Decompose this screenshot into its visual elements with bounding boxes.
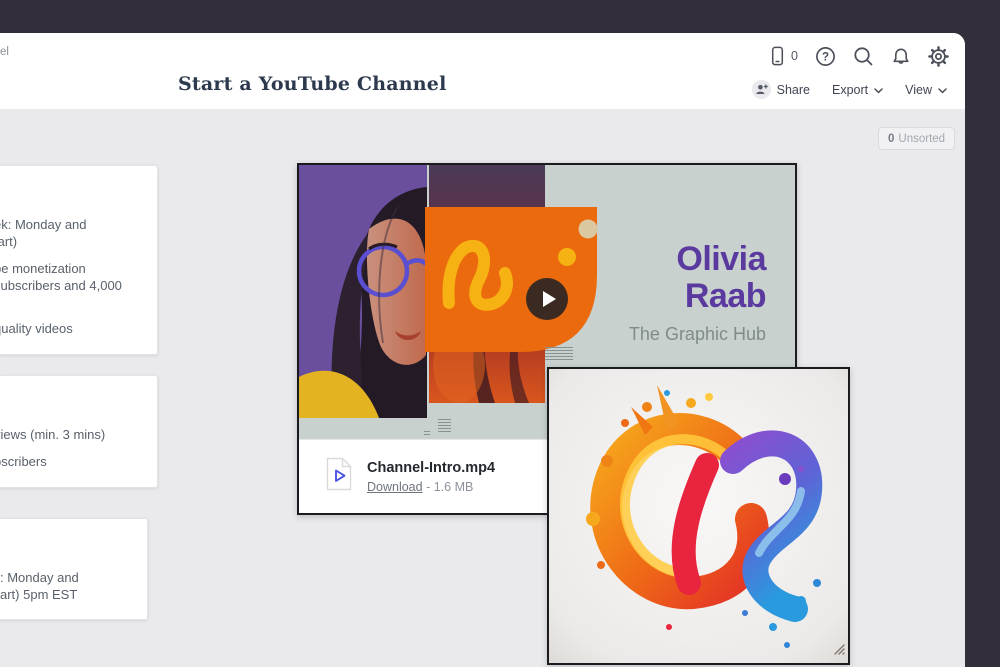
note-paragraph: views (min. 3 mins)	[0, 426, 157, 443]
note-paragraph: be monetization subscribers and 4,000	[0, 260, 157, 294]
app-window: el 0 ?	[0, 33, 965, 667]
note-paragraph: quality videos	[0, 320, 157, 337]
add-person-icon	[752, 80, 771, 99]
chevron-down-icon	[874, 83, 883, 97]
image-card[interactable]	[547, 367, 850, 665]
search-icon[interactable]	[853, 46, 874, 67]
note-line: tart)	[0, 233, 157, 250]
note-line: quality videos	[0, 320, 157, 337]
video-file-icon	[324, 456, 354, 497]
play-button[interactable]	[526, 278, 568, 320]
note-paragraph: : Monday and art) 5pm EST	[0, 569, 147, 603]
resize-handle-icon[interactable]	[832, 642, 845, 660]
video-file-info: Channel-Intro.mp4 Download - 1.6 MB	[367, 460, 495, 494]
note-line: bscribers	[0, 453, 157, 470]
unsorted-label: Unsorted	[898, 133, 945, 145]
header-icons-row: 0 ?	[769, 43, 949, 69]
export-label: Export	[832, 83, 868, 97]
note-line: subscribers and 4,000	[0, 277, 157, 294]
unsorted-badge[interactable]: 0 Unsorted	[878, 127, 955, 150]
page-title: Start a YouTube Channel	[178, 73, 447, 95]
note-line: ek: Monday and	[0, 216, 157, 233]
board-toolbar: Share Export View	[752, 80, 947, 99]
note-line: : Monday and	[0, 569, 147, 586]
download-link[interactable]: Download	[367, 480, 423, 494]
view-label: View	[905, 83, 932, 97]
export-button[interactable]: Export	[832, 83, 883, 97]
svg-text:?: ?	[822, 51, 829, 63]
settings-icon[interactable]	[928, 46, 949, 67]
note-card[interactable]: ek: Monday and tart) be monetization sub…	[0, 165, 158, 355]
note-card[interactable]: : Monday and art) 5pm EST	[0, 518, 148, 620]
notifications-icon[interactable]	[891, 46, 911, 67]
app-header: el 0 ?	[0, 33, 965, 110]
share-button[interactable]: Share	[752, 80, 810, 99]
board-canvas: 0 Unsorted ek: Monday and tart) be monet…	[0, 110, 965, 667]
unsorted-count: 0	[888, 133, 894, 145]
channel-name: Raab	[629, 278, 766, 315]
chevron-down-icon	[938, 83, 947, 97]
file-name: Channel-Intro.mp4	[367, 460, 495, 476]
fine-print	[424, 431, 430, 435]
mobile-uploads-count: 0	[791, 49, 798, 63]
note-card[interactable]: views (min. 3 mins) bscribers	[0, 375, 158, 488]
help-icon[interactable]: ?	[815, 46, 836, 67]
thumbnail-text-block: Olivia Raab The Graphic Hub	[629, 241, 766, 345]
breadcrumb: el	[0, 46, 9, 58]
play-triangle-icon	[543, 291, 556, 307]
note-line: art) 5pm EST	[0, 586, 147, 603]
note-line: be monetization	[0, 260, 157, 277]
mobile-uploads-button[interactable]: 0	[769, 45, 798, 68]
file-size: - 1.6 MB	[426, 480, 473, 494]
channel-tagline: The Graphic Hub	[629, 324, 766, 345]
share-label: Share	[777, 83, 810, 97]
note-paragraph: ek: Monday and tart)	[0, 216, 157, 250]
paint-splash-image	[549, 369, 848, 663]
fine-print	[545, 347, 573, 361]
note-line: views (min. 3 mins)	[0, 426, 157, 443]
note-paragraph: bscribers	[0, 453, 157, 470]
fine-print	[438, 419, 451, 433]
view-button[interactable]: View	[905, 83, 947, 97]
channel-name: Olivia	[629, 241, 766, 278]
phone-icon	[769, 45, 786, 68]
